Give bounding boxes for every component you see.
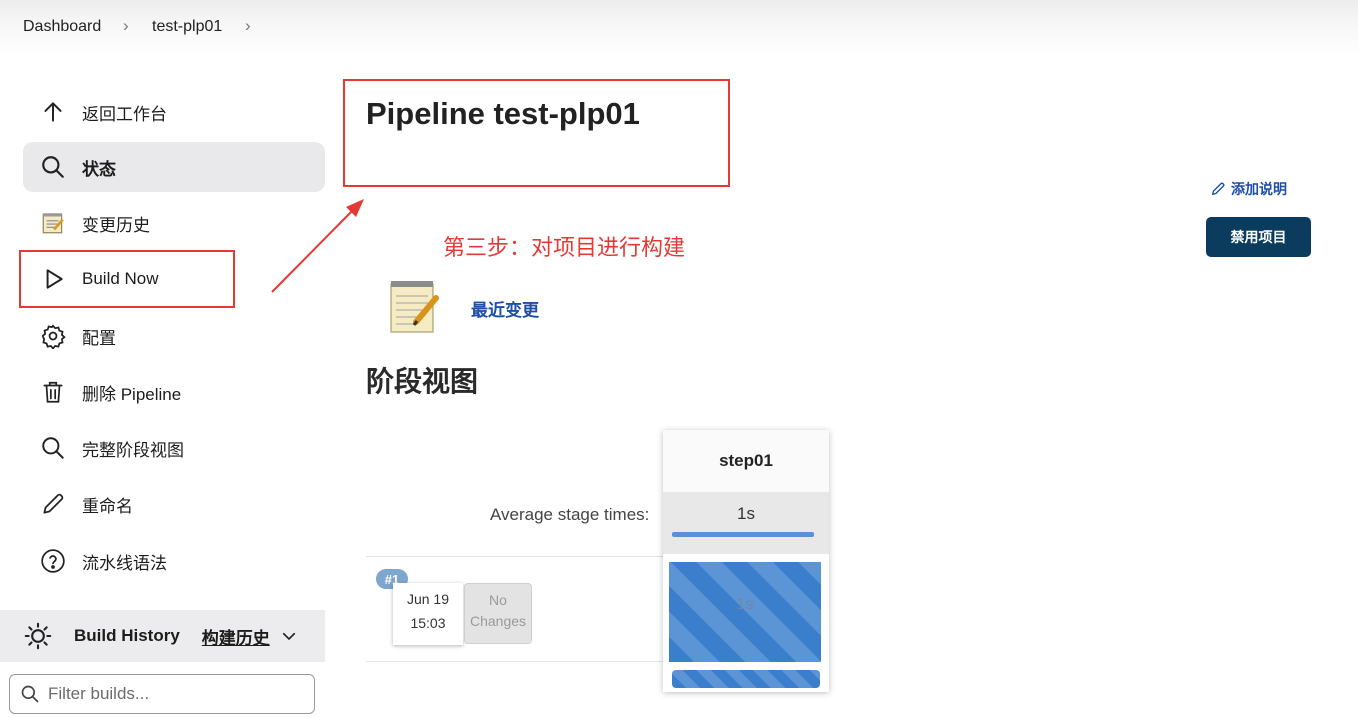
- build-time: 15:03: [410, 615, 446, 631]
- sidebar-item-delete-pipeline[interactable]: 删除 Pipeline: [23, 367, 325, 417]
- sidebar-item-label: 配置: [82, 328, 116, 348]
- sidebar-item-label: 返回工作台: [82, 104, 167, 124]
- breadcrumb-project[interactable]: test-plp01: [152, 18, 222, 36]
- divider: [366, 556, 664, 557]
- pencil-icon: [38, 489, 68, 519]
- trash-icon: [38, 377, 68, 407]
- build-changes: No Changes: [464, 583, 532, 644]
- notepad-icon: [38, 208, 68, 238]
- sidebar-item-label: 状态: [82, 159, 116, 179]
- build-history-link[interactable]: 构建历史: [202, 624, 270, 649]
- chevron-right-icon: ›: [123, 16, 129, 35]
- build-date: Jun 19: [406, 591, 450, 607]
- sun-icon: [24, 622, 52, 650]
- average-stage-times-label: Average stage times:: [490, 505, 650, 524]
- stage-average-bar: [672, 532, 814, 537]
- breadcrumb: Dashboard › test-plp01 ›: [0, 0, 1358, 56]
- breadcrumb-dashboard[interactable]: Dashboard: [23, 18, 101, 36]
- stage-average-cell: 1s: [663, 492, 829, 554]
- sidebar-item-rename[interactable]: 重命名: [23, 479, 325, 529]
- sidebar-item-label: 变更历史: [82, 215, 150, 235]
- sidebar-item-pipeline-syntax[interactable]: 流水线语法: [23, 536, 325, 586]
- build-history-header: Build History 构建历史: [0, 610, 325, 662]
- sidebar-item-full-stage-view[interactable]: 完整阶段视图: [23, 423, 325, 473]
- annotation-box-title: [343, 79, 730, 187]
- disable-project-button[interactable]: 禁用项目: [1206, 217, 1311, 257]
- sidebar-item-label: 重命名: [82, 496, 133, 516]
- sidebar-item-configure[interactable]: 配置: [23, 311, 325, 361]
- chevron-right-icon[interactable]: ›: [245, 16, 251, 36]
- filter-builds-input[interactable]: [48, 684, 308, 704]
- arrow-up-icon: [38, 97, 68, 127]
- annotation-box-build-now: [19, 250, 235, 308]
- sidebar-item-label: 流水线语法: [82, 553, 167, 573]
- help-icon: [38, 546, 68, 576]
- divider: [366, 661, 664, 662]
- stage-run-cell[interactable]: 1s: [668, 561, 822, 663]
- sidebar-item-status[interactable]: 状态: [23, 142, 325, 192]
- notepad-icon: [386, 278, 446, 336]
- sidebar-item-label: 完整阶段视图: [82, 440, 184, 460]
- search-icon: [38, 152, 68, 182]
- sidebar-item-label: 删除 Pipeline: [82, 384, 182, 404]
- annotation-arrow-icon: [271, 199, 364, 293]
- annotation-text: 第三步：对项目进行构建: [443, 235, 686, 260]
- search-icon: [20, 684, 40, 704]
- recent-changes-link[interactable]: 最近变更: [471, 296, 539, 321]
- pencil-icon: [1210, 181, 1226, 197]
- build-datetime: Jun 19 15:03: [393, 583, 463, 645]
- stage-progress-bar: [672, 670, 820, 688]
- build-history-label: Build History: [74, 626, 180, 645]
- filter-builds-field[interactable]: [9, 674, 315, 714]
- stage-average-time: 1s: [737, 504, 755, 523]
- chevron-down-icon[interactable]: [280, 627, 298, 645]
- add-description-link[interactable]: 添加说明: [1210, 179, 1287, 199]
- sidebar-item-back-to-workbench[interactable]: 返回工作台: [23, 87, 325, 137]
- add-description-label: 添加说明: [1231, 181, 1287, 197]
- stage-name: step01: [663, 430, 829, 492]
- search-icon: [38, 433, 68, 463]
- gear-icon: [38, 321, 68, 351]
- stage-run-time: 1s: [736, 596, 754, 613]
- stage-view-title: 阶段视图: [366, 366, 479, 397]
